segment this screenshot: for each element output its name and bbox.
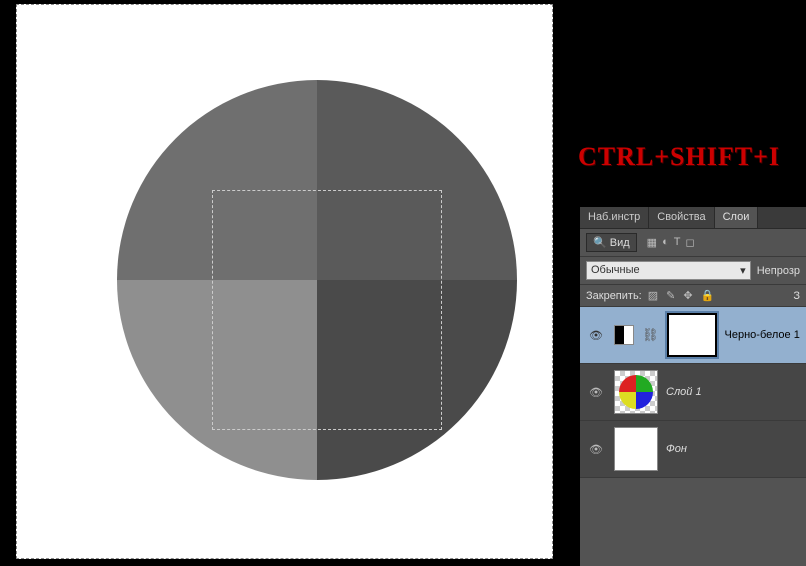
- artboard[interactable]: [57, 35, 549, 553]
- filter-adjustment-icon[interactable]: ◐: [662, 236, 669, 249]
- layer-row-adjustment[interactable]: 👁 ⛓ Черно-белое 1: [580, 307, 806, 364]
- layer-name[interactable]: Черно-белое 1: [725, 329, 800, 341]
- lock-row: Закрепить: ▨ ✎ ✥ 🔒 З: [580, 285, 806, 307]
- layer-thumb[interactable]: [614, 370, 658, 414]
- mini-circle-icon: [619, 375, 653, 409]
- layer-list: 👁 ⛓ Черно-белое 1 👁 Слой 1: [580, 307, 806, 478]
- tab-properties[interactable]: Свойства: [649, 207, 714, 228]
- layer-name[interactable]: Слой 1: [666, 386, 702, 398]
- lock-transparent-icon[interactable]: ▨: [648, 289, 658, 302]
- opacity-label: Непрозр: [757, 265, 800, 277]
- visibility-toggle[interactable]: 👁: [586, 443, 606, 456]
- filter-text-icon[interactable]: T: [674, 236, 681, 249]
- panel-tabs: Наб.инстр Свойства Слои: [580, 207, 806, 229]
- filter-kind-label: Вид: [610, 237, 630, 249]
- fill-label: З: [793, 290, 800, 302]
- visibility-toggle[interactable]: 👁: [586, 386, 606, 399]
- filter-icons: ▦ ◐ T ◻: [647, 236, 695, 249]
- lock-brush-icon[interactable]: ✎: [666, 289, 675, 302]
- shortcut-annotation: CTRL+SHIFT+I: [578, 142, 780, 172]
- layers-panel: Наб.инстр Свойства Слои 🔍 Вид ▦ ◐ T ◻ Об…: [580, 207, 806, 566]
- layer-thumb[interactable]: [614, 427, 658, 471]
- filter-shape-icon[interactable]: ◻: [685, 236, 694, 249]
- layer-row-background[interactable]: 👁 Фон: [580, 421, 806, 478]
- lock-label: Закрепить:: [586, 290, 642, 302]
- adjustment-bw-icon: [614, 325, 634, 345]
- layer-mask-thumb[interactable]: [667, 313, 717, 357]
- canvas-area: [8, 0, 563, 566]
- tab-presets[interactable]: Наб.инстр: [580, 207, 649, 228]
- search-icon: 🔍: [593, 237, 607, 249]
- filter-pixel-icon[interactable]: ▦: [647, 236, 657, 249]
- blend-mode-value: Обычные: [591, 264, 640, 277]
- mask-link-icon[interactable]: ⛓: [642, 327, 659, 343]
- filter-kind-dropdown[interactable]: 🔍 Вид: [586, 233, 637, 252]
- layer-name[interactable]: Фон: [666, 443, 687, 455]
- selection-marquee-inner[interactable]: [212, 190, 442, 430]
- eye-icon: 👁: [589, 443, 603, 456]
- eye-icon: 👁: [589, 386, 603, 399]
- lock-position-icon[interactable]: ✥: [683, 289, 692, 302]
- visibility-toggle[interactable]: 👁: [586, 329, 606, 342]
- lock-all-icon[interactable]: 🔒: [701, 289, 715, 302]
- eye-icon: 👁: [589, 329, 603, 342]
- blend-row: Обычные Непрозр: [580, 257, 806, 285]
- selection-marquee-outer[interactable]: [16, 4, 553, 559]
- layer-filter-row: 🔍 Вид ▦ ◐ T ◻: [580, 229, 806, 257]
- lock-icons: ▨ ✎ ✥ 🔒: [648, 289, 715, 302]
- blend-mode-select[interactable]: Обычные: [586, 261, 751, 280]
- tab-layers[interactable]: Слои: [715, 207, 759, 228]
- layer-row-circle[interactable]: 👁 Слой 1: [580, 364, 806, 421]
